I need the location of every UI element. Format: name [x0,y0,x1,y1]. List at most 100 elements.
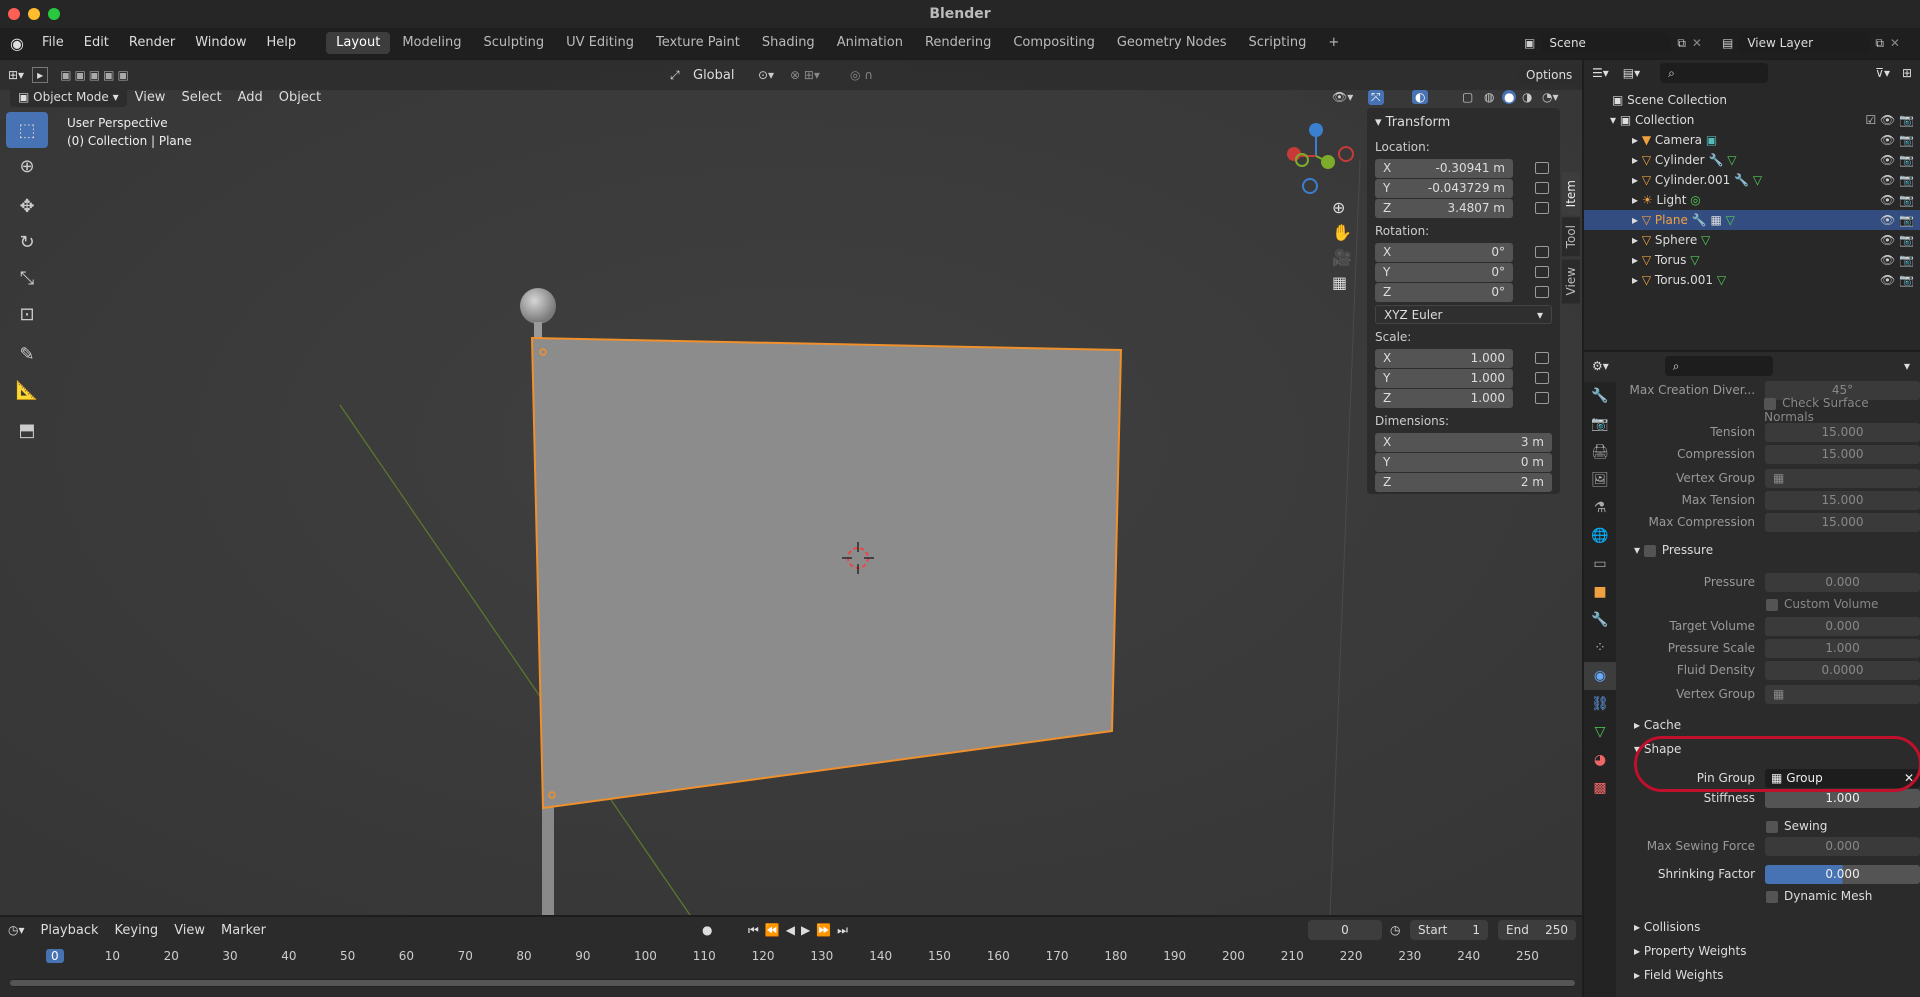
lock-icon[interactable] [1535,286,1549,298]
property-weights-section-header[interactable]: ▸ Property Weights [1634,944,1747,958]
new-view-layer-icon[interactable]: ⧉ [1875,36,1884,51]
outliner-editor-icon[interactable]: ☰▾ [1584,66,1617,80]
shading-rendered-icon[interactable]: ◔▾ [1542,90,1559,104]
timeline-menu-marker[interactable]: Marker [213,923,274,938]
sewing-checkbox[interactable]: Sewing [1766,819,1827,833]
scale-tool-icon[interactable]: ⤡ [6,260,48,296]
tab-uv-editing[interactable]: UV Editing [556,32,644,54]
display-mode-icon[interactable]: ▤▾ [1617,66,1646,80]
shrinking-factor-field[interactable]: 0.000 [1765,864,1920,884]
blender-logo-icon[interactable]: ◉ [0,34,32,53]
scale-x-field[interactable]: X 1.000 [1375,348,1513,368]
lock-icon[interactable] [1535,202,1549,214]
rotation-x-field[interactable]: X 0° [1375,242,1513,262]
row-visibility-icons[interactable]: 👁 📷 [1880,250,1914,270]
scene-icon[interactable]: ▣ [1524,36,1535,50]
viewport-menu-add[interactable]: Add [230,90,271,105]
tab-shading[interactable]: Shading [752,32,825,54]
pressure-section-header[interactable]: ▾ Pressure [1634,543,1713,557]
expand-arrow-icon[interactable]: ▸ [1632,173,1638,187]
compression-field[interactable]: 15.000 [1765,444,1920,464]
snap-icon[interactable]: ⊗ ⊞▾ [790,68,820,82]
menu-window[interactable]: Window [185,28,256,58]
filter-icon[interactable]: ⊽▾ [1875,66,1890,80]
scale-y-field[interactable]: Y 1.000 [1375,368,1513,388]
lock-icon[interactable] [1535,392,1549,404]
location-y-field[interactable]: Y -0.043729 m [1375,178,1513,198]
tab-item[interactable]: Item [1562,172,1580,216]
outliner-row-scene-collection[interactable]: ▣ Scene Collection [1584,90,1920,110]
transform-tool-icon[interactable]: ⊡ [6,296,48,332]
xray-toggle-icon[interactable]: ▢ [1462,90,1473,104]
outliner-row-cylinder[interactable]: ▸ ▽ Cylinder 🔧 ▽ 👁 📷 [1584,150,1920,170]
scene-properties-icon[interactable]: ⚗ [1584,494,1616,522]
view-layer-icon[interactable]: ▤ [1722,36,1733,50]
outliner-row-torus[interactable]: ▸ ▽ Torus ▽ 👁 📷 [1584,250,1920,270]
maximize-window-button[interactable] [48,8,60,20]
tool-properties-icon[interactable]: 🔧 [1584,382,1616,410]
cursor-tool-icon[interactable]: ⊕ [6,148,48,184]
new-collection-icon[interactable]: ⊞ [1902,66,1912,80]
record-icon[interactable]: ● [702,923,712,937]
move-tool-icon[interactable]: ✥ [6,188,48,224]
tab-animation[interactable]: Animation [827,32,913,54]
pressure-scale-field[interactable]: 1.000 [1765,638,1920,658]
rotation-y-field[interactable]: Y 0° [1375,262,1513,282]
field-weights-section-header[interactable]: ▸ Field Weights [1634,968,1723,982]
tab-rendering[interactable]: Rendering [915,32,1001,54]
vertex-group-2-field[interactable]: ▦ [1765,684,1920,704]
tab-scripting[interactable]: Scripting [1239,32,1317,54]
outliner-row-cylinder-001[interactable]: ▸ ▽ Cylinder.001 🔧 ▽ 👁 📷 [1584,170,1920,190]
cache-section-header[interactable]: ▸ Cache [1634,718,1681,732]
row-visibility-icons[interactable]: 👁 📷 [1880,130,1914,150]
expand-arrow-icon[interactable]: ▸ [1632,153,1638,167]
viewport-menu-object[interactable]: Object [271,90,329,105]
outliner-row-camera[interactable]: ▸ ▼ Camera ▣ 👁 📷 [1584,130,1920,150]
vertex-group-field[interactable]: ▦ [1765,468,1920,488]
physics-properties-icon[interactable]: ◉ [1584,662,1616,690]
texture-properties-icon[interactable]: ▩ [1584,774,1616,802]
view-layer-properties-icon[interactable]: 🖼 [1584,466,1616,494]
visibility-icon[interactable]: 👁▾ [1332,90,1353,104]
transform-header[interactable]: ▾ Transform [1375,112,1552,134]
lock-icon[interactable] [1535,266,1549,278]
current-frame-field[interactable]: 0 [1308,920,1382,940]
dynamic-mesh-checkbox[interactable]: Dynamic Mesh [1766,889,1872,903]
expand-arrow-icon[interactable]: ▸ [1632,133,1638,147]
tab-compositing[interactable]: Compositing [1003,32,1105,54]
rotation-z-field[interactable]: Z 0° [1375,282,1513,302]
close-window-button[interactable] [8,8,20,20]
viewport-menu-view[interactable]: View [127,90,174,105]
menu-edit[interactable]: Edit [74,28,119,58]
row-visibility-icons[interactable]: 👁 📷 [1880,190,1914,210]
start-frame-field[interactable]: Start 1 [1410,920,1488,940]
target-volume-field[interactable]: 0.000 [1765,616,1920,636]
tab-layout[interactable]: Layout [326,32,391,54]
timeline-scrollbar[interactable] [10,979,1575,987]
end-frame-field[interactable]: End 250 [1498,920,1576,940]
timeline-menu-view[interactable]: View [166,923,213,938]
tab-geometry-nodes[interactable]: Geometry Nodes [1107,32,1237,54]
ortho-grid-icon[interactable]: ▦ [1332,273,1352,292]
minimize-window-button[interactable] [28,8,40,20]
properties-editor-icon[interactable]: ⚙▾ [1584,359,1617,373]
outliner-row-plane[interactable]: ▸ ▽ Plane 🔧 ▦ ▽ 👁 📷 [1584,210,1920,230]
menu-file[interactable]: File [32,28,74,58]
select-tool-icon[interactable]: ⬚ [6,112,48,148]
annotate-tool-icon[interactable]: ✎ [6,336,48,372]
max-tension-field[interactable]: 15.000 [1765,490,1920,510]
particle-properties-icon[interactable]: ⁘ [1584,634,1616,662]
dimensions-z-field[interactable]: Z 2 m [1375,472,1552,492]
shading-wireframe-icon[interactable]: ◍ [1484,90,1494,104]
selection-mode-icons[interactable]: ▣▣▣▣▣ [54,68,138,82]
check-surface-normals-checkbox[interactable]: Check Surface Normals [1764,396,1920,424]
custom-volume-checkbox[interactable]: Custom Volume [1766,597,1878,611]
menu-render[interactable]: Render [119,28,185,58]
properties-options-icon[interactable]: ▾ [1904,359,1910,373]
rotation-mode-dropdown[interactable]: XYZ Euler ▾ [1375,304,1552,324]
timeline-menu-keying[interactable]: Keying [107,923,167,938]
collection-properties-icon[interactable]: ▭ [1584,550,1616,578]
outliner-row-torus-001[interactable]: ▸ ▽ Torus.001 ▽ 👁 📷 [1584,270,1920,290]
new-scene-icon[interactable]: ⧉ [1677,36,1686,51]
view-layer-field[interactable]: View Layer [1739,33,1870,53]
